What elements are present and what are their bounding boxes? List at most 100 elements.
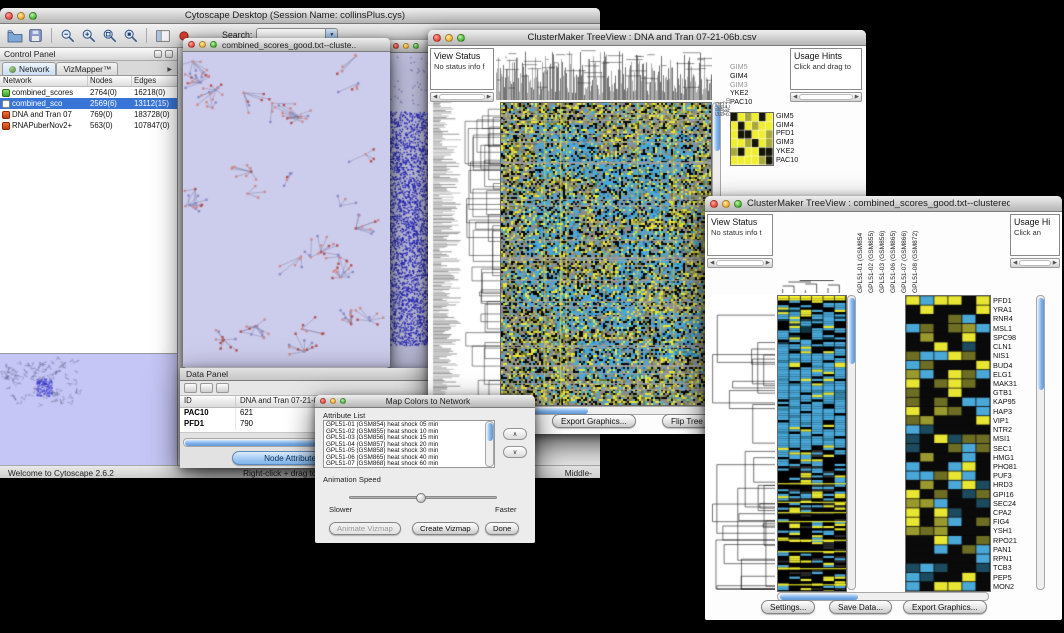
zoom-selected-icon[interactable] bbox=[101, 27, 118, 44]
maximize-icon[interactable] bbox=[734, 200, 742, 208]
data-panel-titlebar[interactable]: Data Panel bbox=[180, 368, 432, 381]
minimize-icon[interactable] bbox=[722, 200, 730, 208]
gene-label: MSL1 bbox=[993, 324, 1017, 333]
slider-thumb[interactable] bbox=[416, 493, 426, 503]
main-titlebar[interactable]: Cytoscape Desktop (Session Name: collins… bbox=[0, 8, 600, 24]
float-panel-icon[interactable] bbox=[154, 50, 162, 58]
minimize-icon[interactable] bbox=[17, 12, 25, 20]
close-panel-icon[interactable] bbox=[165, 50, 173, 58]
network-view-canvas[interactable] bbox=[183, 52, 390, 367]
maximize-icon[interactable] bbox=[457, 34, 465, 42]
view-status-scrollbar[interactable]: ◀ ▶ bbox=[707, 258, 773, 268]
save-session-icon[interactable] bbox=[27, 27, 44, 44]
column-dendrogram[interactable] bbox=[777, 280, 845, 293]
global-heatmap[interactable] bbox=[777, 295, 847, 592]
scroll-right-icon[interactable]: ▶ bbox=[487, 94, 491, 100]
birdseye-view[interactable] bbox=[0, 353, 177, 465]
network-edge-count: 183728(0) bbox=[134, 110, 177, 119]
zoom-fit-icon[interactable] bbox=[122, 27, 139, 44]
gene-label: PHO81 bbox=[993, 462, 1017, 471]
column-header-nodes[interactable]: Nodes bbox=[88, 76, 132, 86]
network-list-row[interactable]: DNA and Tran 07769(0)183728(0) bbox=[0, 109, 177, 120]
heatmap-canvas[interactable] bbox=[500, 102, 712, 406]
show-control-panel-icon[interactable] bbox=[154, 27, 171, 44]
scroll-right-icon[interactable]: ▶ bbox=[855, 94, 859, 100]
scroll-track[interactable] bbox=[439, 94, 485, 100]
background-window-titlebar[interactable] bbox=[388, 40, 433, 53]
tab-overflow-icon[interactable]: ▶ bbox=[164, 64, 175, 75]
maximize-icon[interactable] bbox=[413, 43, 419, 49]
create-vizmap-button[interactable]: Create Vizmap bbox=[412, 522, 479, 535]
row-dendrogram[interactable] bbox=[710, 295, 775, 590]
scroll-track[interactable] bbox=[716, 260, 764, 266]
minimize-icon[interactable] bbox=[445, 34, 453, 42]
column-dendrogram[interactable] bbox=[496, 48, 712, 100]
minimize-icon[interactable] bbox=[199, 41, 206, 48]
scroll-left-icon[interactable]: ◀ bbox=[793, 94, 797, 100]
attribute-select-icon[interactable] bbox=[200, 383, 213, 393]
birdseye-canvas[interactable] bbox=[0, 354, 176, 465]
scrollbar-thumb[interactable] bbox=[780, 594, 858, 600]
minimize-icon[interactable] bbox=[403, 43, 409, 49]
treeview-button[interactable]: Export Graphics... bbox=[552, 414, 636, 428]
network-list-row[interactable]: combined_scores2764(0)16218(0) bbox=[0, 87, 177, 98]
minimize-icon[interactable] bbox=[330, 398, 336, 404]
scroll-left-icon[interactable]: ◀ bbox=[710, 260, 714, 266]
treeview-button[interactable]: Export Graphics... bbox=[903, 600, 987, 614]
open-session-icon[interactable] bbox=[6, 27, 23, 44]
maximize-icon[interactable] bbox=[340, 398, 346, 404]
network-view-titlebar[interactable]: combined_scores_good.txt--cluste... bbox=[183, 38, 390, 52]
summary-heatmap[interactable] bbox=[730, 112, 774, 166]
network-list-row[interactable]: RNAPuberNov2+563(0)107847(0) bbox=[0, 120, 177, 131]
scroll-track[interactable] bbox=[1019, 260, 1051, 266]
treeview-button[interactable]: Settings... bbox=[761, 600, 815, 614]
close-icon[interactable] bbox=[710, 200, 718, 208]
scroll-right-icon[interactable]: ▶ bbox=[766, 260, 770, 266]
scrollbar-thumb[interactable] bbox=[849, 298, 855, 364]
column-label: GPL51-03 (GSM856) bbox=[879, 231, 886, 293]
dense-network-canvas[interactable] bbox=[388, 53, 433, 368]
zoom-in-icon[interactable] bbox=[80, 27, 97, 44]
attribute-list-item[interactable]: GPL51-07 (GSM868) heat shock 60 min bbox=[324, 461, 484, 468]
zoom-out-icon[interactable] bbox=[59, 27, 76, 44]
column-header-id[interactable]: ID bbox=[180, 396, 236, 407]
close-icon[interactable] bbox=[5, 12, 13, 20]
usage-hints-scrollbar[interactable]: ◀ ▶ bbox=[790, 92, 862, 102]
animation-speed-slider[interactable] bbox=[349, 496, 497, 499]
scrollbar-thumb[interactable] bbox=[1038, 298, 1044, 390]
column-header-edges[interactable]: Edges bbox=[132, 76, 177, 86]
dialog-titlebar[interactable]: Map Colors to Network bbox=[315, 395, 535, 408]
network-type-icon bbox=[2, 100, 10, 108]
maximize-icon[interactable] bbox=[210, 41, 217, 48]
row-dendrogram[interactable] bbox=[462, 102, 500, 404]
scroll-left-icon[interactable]: ◀ bbox=[1013, 260, 1017, 266]
usage-hints-scrollbar[interactable]: ◀ ▶ bbox=[1010, 258, 1060, 268]
close-icon[interactable] bbox=[188, 41, 195, 48]
combined-titlebar[interactable]: ClusterMaker TreeView : combined_scores_… bbox=[705, 196, 1062, 212]
window-controls bbox=[0, 12, 42, 20]
close-icon[interactable] bbox=[320, 398, 326, 404]
close-icon[interactable] bbox=[433, 34, 441, 42]
zoom-vscrollbar[interactable] bbox=[1036, 295, 1045, 590]
scrollbar-thumb[interactable] bbox=[487, 423, 493, 441]
done-button[interactable]: Done bbox=[485, 522, 519, 535]
maximize-icon[interactable] bbox=[29, 12, 37, 20]
close-icon[interactable] bbox=[393, 43, 399, 49]
move-down-button[interactable]: ∨ bbox=[503, 446, 527, 458]
table-icon[interactable] bbox=[184, 383, 197, 393]
global-vscrollbar[interactable] bbox=[847, 295, 856, 590]
tab-network[interactable]: Network bbox=[2, 62, 56, 75]
scroll-left-icon[interactable]: ◀ bbox=[433, 94, 437, 100]
scroll-track[interactable] bbox=[799, 94, 853, 100]
move-up-button[interactable]: ∧ bbox=[503, 428, 527, 440]
attribute-list-scrollbar[interactable] bbox=[485, 421, 494, 467]
network-list-row[interactable]: combined_sco2569(6)13112(15) bbox=[0, 98, 177, 109]
dna-titlebar[interactable]: ClusterMaker TreeView : DNA and Tran 07-… bbox=[428, 30, 866, 46]
matrix-icon[interactable] bbox=[216, 383, 229, 393]
view-status-scrollbar[interactable]: ◀ ▶ bbox=[430, 92, 494, 102]
scroll-right-icon[interactable]: ▶ bbox=[1053, 260, 1057, 266]
column-header-network[interactable]: Network bbox=[0, 76, 88, 86]
zoom-heatmap[interactable] bbox=[905, 295, 991, 592]
treeview-button[interactable]: Save Data... bbox=[829, 600, 892, 614]
tab-vizmapper[interactable]: VizMapper™ bbox=[56, 62, 118, 75]
